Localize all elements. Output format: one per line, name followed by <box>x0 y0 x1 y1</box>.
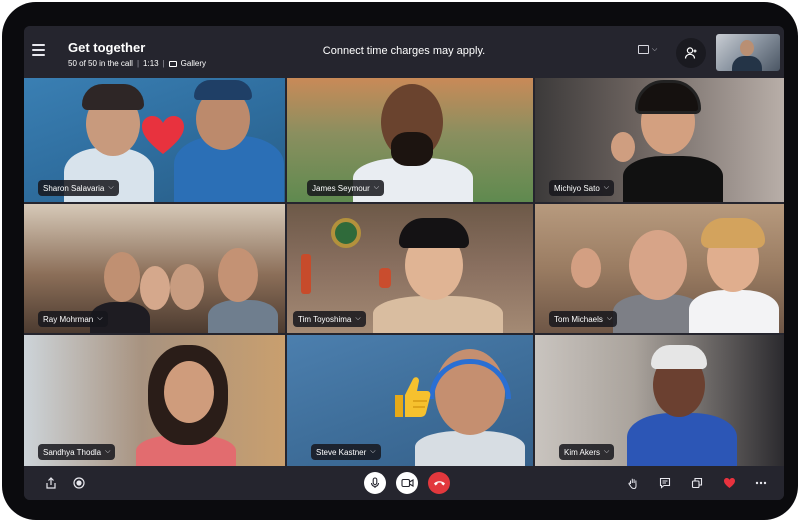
microphone-button[interactable] <box>364 472 386 494</box>
call-status: 50 of 50 in the call | 1:13 | Gallery <box>68 59 207 68</box>
participant-name-tag[interactable]: Ray Mohrman ⌵ <box>38 311 108 327</box>
video-camera-icon <box>400 478 414 488</box>
participant-name-tag[interactable]: James Seymour ⌵ <box>307 180 385 196</box>
participant-name-tag[interactable]: Kim Akers ⌵ <box>559 444 615 460</box>
add-person-icon <box>684 47 697 59</box>
call-header: Get together 50 of 50 in the call | 1:13… <box>24 26 784 78</box>
record-icon <box>73 477 85 489</box>
chevron-down-icon: ⌵ <box>606 315 613 322</box>
participant-name: Tom Michaels <box>554 314 603 324</box>
video-tile-tim-toyoshima[interactable]: Tim Toyoshima ⌵ <box>287 204 533 333</box>
chevron-down-icon: ⌵ <box>652 45 658 53</box>
chevron-down-icon: ⌵ <box>355 315 361 322</box>
end-call-button[interactable] <box>428 472 450 494</box>
tablet-frame: Get together 50 of 50 in the call | 1:13… <box>2 2 798 520</box>
video-tile-james-seymour[interactable]: James Seymour ⌵ <box>287 78 533 202</box>
participant-name: Steve Kastner <box>316 447 367 457</box>
participant-name: Sharon Salavaria <box>43 183 105 193</box>
participant-name: Tim Toyoshima <box>298 314 352 324</box>
chevron-down-icon: ⌵ <box>370 448 376 455</box>
thumbs-up-reaction-icon <box>395 377 431 417</box>
chat-icon <box>659 477 671 489</box>
participant-name-tag[interactable]: Sharon Salavaria ⌵ <box>38 180 119 196</box>
connect-charges-notice: Connect time charges may apply. <box>322 45 486 57</box>
end-call-icon <box>433 481 445 486</box>
participant-name: Sandhya Thodla <box>43 447 102 457</box>
participant-name: Michiyo Sato <box>554 183 600 193</box>
layout-button[interactable]: ⌵ <box>638 45 657 54</box>
video-tile-sharon-salavaria[interactable]: Sharon Salavaria ⌵ <box>24 78 285 202</box>
video-tile-sandhya-thodla[interactable]: Sandhya Thodla ⌵ <box>24 335 285 466</box>
chevron-down-icon: ⌵ <box>105 448 111 455</box>
gallery-icon <box>168 60 177 67</box>
share-icon <box>46 477 56 489</box>
more-options-button[interactable] <box>752 474 770 492</box>
chevron-down-icon: ⌵ <box>373 184 380 191</box>
chevron-down-icon: ⌵ <box>108 184 114 191</box>
video-tile-michiyo-sato[interactable]: Michiyo Sato ⌵ <box>535 78 784 202</box>
participant-name-tag[interactable]: Michiyo Sato ⌵ <box>549 180 615 196</box>
record-button[interactable] <box>70 474 88 492</box>
switch-window-button[interactable] <box>688 474 706 492</box>
more-options-icon <box>755 481 767 485</box>
video-tile-tom-michaels[interactable]: Tom Michaels ⌵ <box>535 204 784 333</box>
view-mode-label[interactable]: Gallery <box>181 59 206 68</box>
participant-name-tag[interactable]: Sandhya Thodla ⌵ <box>38 444 116 460</box>
participant-name: James Seymour <box>312 183 370 193</box>
raise-hand-icon <box>628 478 637 489</box>
participant-name: Kim Akers <box>564 447 601 457</box>
switch-window-icon <box>691 477 703 489</box>
chat-button[interactable] <box>656 474 674 492</box>
raise-hand-button[interactable] <box>624 474 642 492</box>
react-button[interactable] <box>720 474 738 492</box>
layout-frame-icon <box>638 45 649 54</box>
chevron-down-icon: ⌵ <box>604 448 610 455</box>
heart-icon <box>723 478 735 488</box>
participant-count: 50 of 50 in the call <box>68 59 133 68</box>
heart-reaction-icon <box>142 116 184 154</box>
self-view-thumbnail[interactable] <box>716 34 780 71</box>
participant-name: Ray Mohrman <box>43 314 94 324</box>
video-tile-ray-mohrman[interactable]: Ray Mohrman ⌵ <box>24 204 285 333</box>
call-duration: 1:13 <box>143 59 159 68</box>
participant-name-tag[interactable]: Steve Kastner ⌵ <box>311 444 381 460</box>
participant-name-tag[interactable]: Tim Toyoshima ⌵ <box>293 311 366 327</box>
share-button[interactable] <box>42 474 60 492</box>
video-button[interactable] <box>396 472 418 494</box>
call-window: Get together 50 of 50 in the call | 1:13… <box>24 26 784 500</box>
video-tile-steve-kastner[interactable]: Steve Kastner ⌵ <box>287 335 533 466</box>
chevron-down-icon: ⌵ <box>603 184 610 191</box>
microphone-icon <box>370 477 380 488</box>
add-people-button[interactable] <box>676 38 706 68</box>
participant-name-tag[interactable]: Tom Michaels ⌵ <box>549 311 618 327</box>
video-tile-kim-akers[interactable]: Kim Akers ⌵ <box>535 335 784 466</box>
call-toolbar <box>24 466 784 500</box>
chevron-down-icon: ⌵ <box>97 315 103 322</box>
